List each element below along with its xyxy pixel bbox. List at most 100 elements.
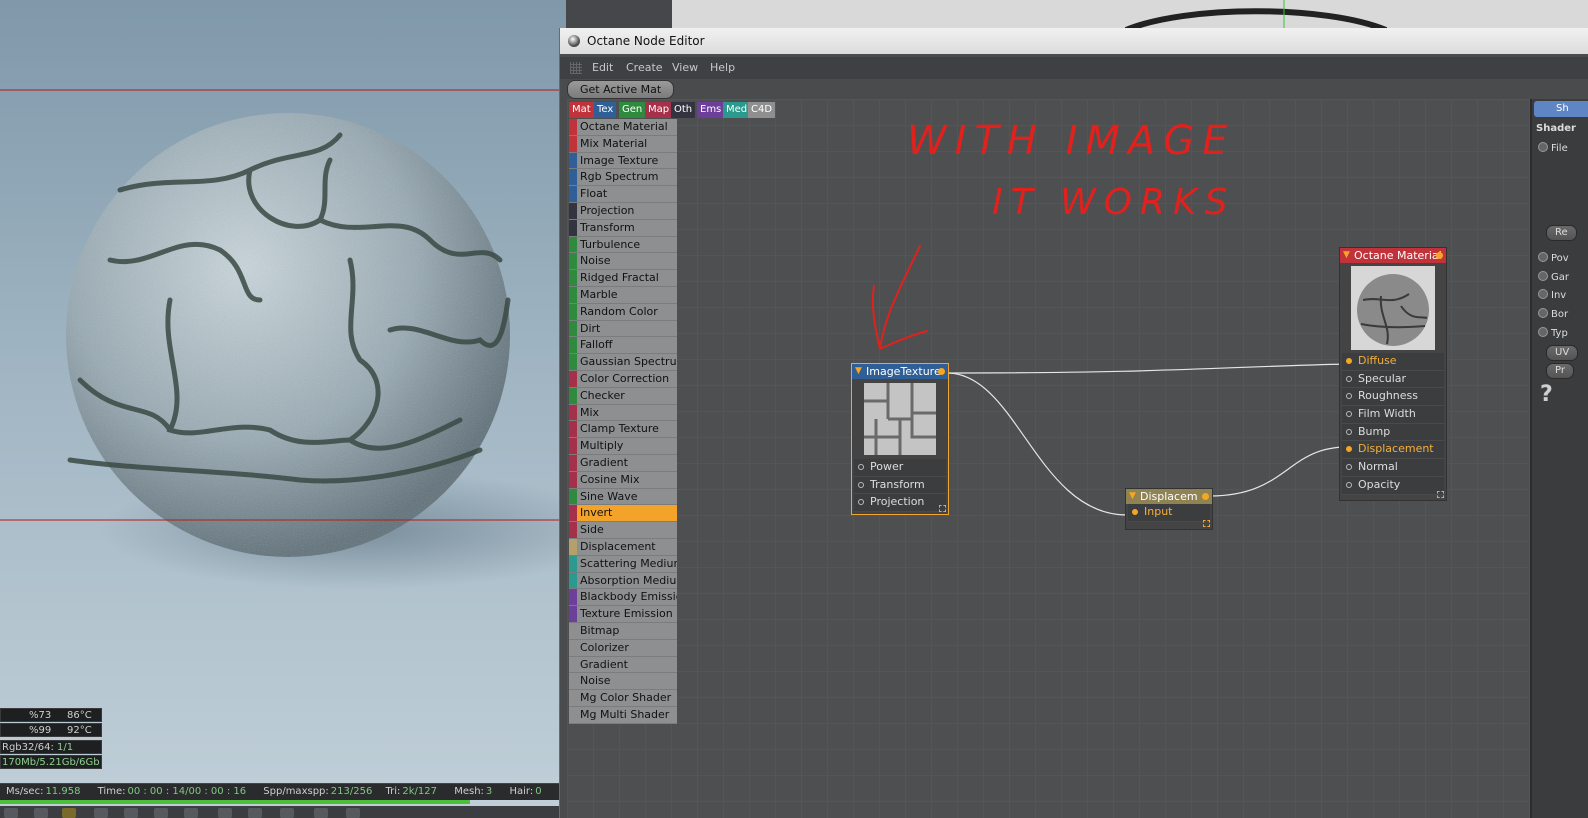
tool-button[interactable] bbox=[124, 808, 138, 818]
node-list-item[interactable]: Mg Color Shader bbox=[569, 690, 677, 707]
panel-button-re[interactable]: Re bbox=[1546, 225, 1577, 241]
menu-view[interactable]: View bbox=[672, 57, 698, 79]
image-texture-node-header[interactable]: ▼ ImageTexture bbox=[852, 364, 948, 379]
node-list-item[interactable]: Octane Material bbox=[569, 119, 677, 136]
octane-material-node-header[interactable]: ▼ Octane Material bbox=[1340, 248, 1446, 263]
node-list-item[interactable]: Noise bbox=[569, 673, 677, 691]
node-list-item[interactable]: Marble bbox=[569, 286, 677, 304]
tool-button[interactable] bbox=[34, 808, 48, 818]
tool-button[interactable] bbox=[94, 808, 108, 818]
pin-bump[interactable]: Bump bbox=[1342, 423, 1444, 442]
category-tab-ems[interactable]: Ems bbox=[697, 102, 725, 118]
panel-button-pr[interactable]: Pr bbox=[1546, 363, 1574, 379]
tool-button[interactable] bbox=[314, 808, 328, 818]
node-list-item[interactable]: Absorption Medium bbox=[569, 572, 677, 590]
render-viewport[interactable]: %73 86°C %99 92°C Rgb32/64: 1/1 170Mb/5.… bbox=[0, 0, 566, 818]
node-list-item[interactable]: Rgb Spectrum bbox=[569, 169, 677, 187]
node-list-item[interactable]: Displacement bbox=[569, 538, 677, 556]
node-list-item[interactable]: Texture Emission bbox=[569, 606, 677, 623]
collapse-triangle-icon[interactable]: ▼ bbox=[855, 364, 862, 379]
node-list-item[interactable]: Cosine Mix bbox=[569, 471, 677, 489]
resize-handle-icon[interactable] bbox=[1203, 520, 1210, 527]
node-list-item[interactable]: Gaussian Spectrum bbox=[569, 354, 677, 371]
category-tab-c4d[interactable]: C4D bbox=[748, 102, 776, 118]
node-list-item[interactable]: Float bbox=[569, 186, 677, 203]
node-list-item[interactable]: Random Color bbox=[569, 303, 677, 321]
pin-specular[interactable]: Specular bbox=[1342, 370, 1444, 389]
node-list-item[interactable]: Turbulence bbox=[569, 236, 677, 254]
panel-button-uv[interactable]: UV bbox=[1546, 345, 1579, 361]
pin-film-width[interactable]: Film Width bbox=[1342, 406, 1444, 424]
node-list-item[interactable]: Blackbody Emission bbox=[569, 589, 677, 607]
node-list-item[interactable]: Colorizer bbox=[569, 639, 677, 657]
pin-diffuse[interactable]: Diffuse bbox=[1342, 353, 1444, 371]
node-list-item[interactable]: Mix bbox=[569, 404, 677, 422]
radio-bor[interactable]: Bor bbox=[1538, 308, 1568, 320]
node-list-item[interactable]: Sine Wave bbox=[569, 488, 677, 506]
node-list-item[interactable]: Dirt bbox=[569, 320, 677, 338]
pin-displacement[interactable]: Displacement bbox=[1342, 441, 1444, 460]
image-texture-node[interactable]: ▼ ImageTexture Power Transform Projectio… bbox=[851, 363, 949, 515]
node-list-item[interactable]: Gradient bbox=[569, 454, 677, 472]
node-list-item[interactable]: Image Texture bbox=[569, 152, 677, 170]
collapse-triangle-icon[interactable]: ▼ bbox=[1343, 248, 1350, 263]
output-port[interactable] bbox=[1436, 252, 1443, 259]
menu-create[interactable]: Create bbox=[626, 57, 663, 79]
radio-file[interactable]: File bbox=[1538, 142, 1568, 154]
output-port[interactable] bbox=[1202, 493, 1209, 500]
octane-material-node[interactable]: ▼ Octane Material Diffuse Specular Roughne… bbox=[1339, 247, 1447, 501]
node-list-item[interactable]: Clamp Texture bbox=[569, 421, 677, 439]
radio-typ[interactable]: Typ bbox=[1538, 327, 1568, 339]
help-icon[interactable]: ? bbox=[1540, 382, 1553, 407]
category-tab-map[interactable]: Map bbox=[645, 102, 673, 118]
pin-roughness[interactable]: Roughness bbox=[1342, 388, 1444, 407]
category-tab-mat[interactable]: Mat bbox=[569, 102, 594, 118]
tool-button[interactable] bbox=[62, 808, 76, 818]
tool-button[interactable] bbox=[4, 808, 18, 818]
node-list-item[interactable]: Mg Multi Shader bbox=[569, 706, 677, 724]
pin-normal[interactable]: Normal bbox=[1342, 459, 1444, 477]
node-list-item[interactable]: Checker bbox=[569, 387, 677, 405]
pin-projection[interactable]: Projection bbox=[854, 494, 946, 513]
resize-handle-icon[interactable] bbox=[1437, 491, 1444, 498]
radio-inv[interactable]: Inv bbox=[1538, 289, 1566, 301]
node-list-item[interactable]: Bitmap bbox=[569, 622, 677, 640]
octane-node-editor-window[interactable]: Octane Node Editor Edit Create View Help… bbox=[559, 28, 1588, 818]
tool-button[interactable] bbox=[154, 808, 168, 818]
node-list-item[interactable]: Multiply bbox=[569, 438, 677, 455]
menu-edit[interactable]: Edit bbox=[592, 57, 613, 79]
menu-help[interactable]: Help bbox=[710, 57, 735, 79]
tool-button[interactable] bbox=[280, 808, 294, 818]
node-list-item[interactable]: Invert bbox=[569, 505, 677, 523]
node-list-item[interactable]: Gradient bbox=[569, 656, 677, 674]
node-canvas[interactable]: Mat Tex Gen Map Oth Ems Med C4D Octane Material… bbox=[567, 99, 1530, 818]
pin-transform[interactable]: Transform bbox=[854, 476, 946, 495]
category-tab-med[interactable]: Med bbox=[723, 102, 751, 118]
category-tab-tex[interactable]: Tex bbox=[594, 102, 617, 118]
node-list-item[interactable]: Mix Material bbox=[569, 135, 677, 153]
pin-power[interactable]: Power bbox=[854, 459, 946, 477]
radio-pov[interactable]: Pov bbox=[1538, 252, 1569, 264]
collapse-triangle-icon[interactable]: ▼ bbox=[1129, 489, 1136, 504]
node-list-item[interactable]: Falloff bbox=[569, 337, 677, 355]
category-tab-oth[interactable]: Oth bbox=[671, 102, 696, 118]
displacement-node-header[interactable]: ▼ Displacem bbox=[1126, 489, 1212, 504]
window-titlebar[interactable]: Octane Node Editor bbox=[560, 28, 1588, 54]
node-list-item[interactable]: Scattering Medium bbox=[569, 555, 677, 573]
tool-button[interactable] bbox=[184, 808, 198, 818]
node-list-item[interactable]: Side bbox=[569, 522, 677, 539]
radio-gar[interactable]: Gar bbox=[1538, 271, 1569, 283]
tool-button[interactable] bbox=[218, 808, 232, 818]
output-port[interactable] bbox=[938, 368, 945, 375]
node-list-item[interactable]: Transform bbox=[569, 219, 677, 237]
tool-button[interactable] bbox=[248, 808, 262, 818]
displacement-node[interactable]: ▼ Displacem Input bbox=[1125, 488, 1213, 530]
get-active-mat-button[interactable]: Get Active Mat bbox=[567, 80, 675, 99]
pin-opacity[interactable]: Opacity bbox=[1342, 476, 1444, 495]
resize-handle-icon[interactable] bbox=[939, 505, 946, 512]
node-list-item[interactable]: Color Correction bbox=[569, 370, 677, 388]
node-list-item[interactable]: Ridged Fractal bbox=[569, 270, 677, 287]
category-tab-gen[interactable]: Gen bbox=[619, 102, 646, 118]
tool-button[interactable] bbox=[346, 808, 360, 818]
panel-tab[interactable]: Sh bbox=[1534, 101, 1588, 117]
